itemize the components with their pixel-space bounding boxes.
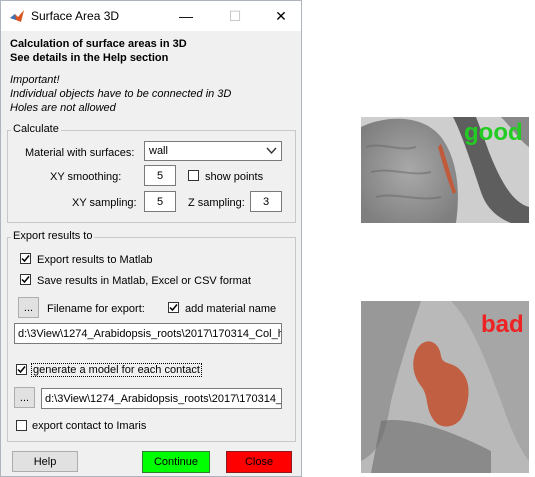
surface-area-dialog: Surface Area 3D — ☐ ✕ Calculation of sur…: [0, 0, 302, 477]
minimize-icon: —: [179, 8, 193, 24]
save-results-label: Save results in Matlab, Excel or CSV for…: [37, 275, 251, 287]
browse-model-button[interactable]: ...: [14, 387, 35, 408]
matlab-logo-icon: [9, 8, 25, 27]
material-label: Material with surfaces:: [25, 147, 135, 159]
generate-model-checkbox[interactable]: [16, 364, 27, 375]
checkmark-icon: [21, 255, 30, 263]
checkmark-icon: [21, 276, 30, 284]
material-select[interactable]: wall: [144, 141, 282, 161]
checkmark-icon: [17, 366, 26, 374]
z-sampling-input[interactable]: 3: [250, 191, 282, 212]
browse-filename-label: ...: [23, 301, 34, 314]
header-line-2: See details in the Help section: [10, 52, 169, 64]
note-holes: Holes are not allowed: [10, 102, 116, 114]
export-legend: Export results to: [11, 230, 95, 242]
material-select-value: wall: [149, 145, 168, 157]
help-button-label: Help: [33, 455, 57, 468]
continue-button-label: Continue: [153, 456, 199, 468]
header-line-1: Calculation of surface areas in 3D: [10, 38, 187, 50]
minimize-button[interactable]: —: [163, 1, 209, 31]
title-bar[interactable]: Surface Area 3D — ☐ ✕: [1, 1, 301, 31]
help-button[interactable]: Help: [12, 451, 78, 472]
save-results-checkbox[interactable]: [20, 274, 31, 285]
export-to-matlab-label: Export results to Matlab: [37, 254, 153, 266]
xy-sampling-input[interactable]: 5: [144, 191, 176, 212]
filename-input[interactable]: d:\3View\1274_Arabidopsis_roots\2017\170…: [14, 323, 282, 344]
continue-button[interactable]: Continue: [142, 451, 210, 473]
good-label: good: [464, 119, 523, 146]
chevron-down-icon: [266, 145, 277, 159]
note-connected: Individual objects have to be connected …: [10, 88, 232, 100]
calculate-legend: Calculate: [11, 123, 61, 135]
model-path-value: d:\3View\1274_Arabidopsis_roots\2017\170…: [45, 392, 282, 405]
show-points-label: show points: [205, 171, 264, 183]
xy-sampling-value: 5: [156, 195, 164, 208]
browse-model-label: ...: [19, 391, 30, 404]
maximize-icon: ☐: [228, 7, 242, 24]
show-points-checkbox[interactable]: [188, 170, 199, 181]
z-sampling-label: Z sampling:: [188, 197, 245, 209]
filename-value: d:\3View\1274_Arabidopsis_roots\2017\170…: [18, 327, 282, 340]
browse-filename-button[interactable]: ...: [18, 297, 39, 318]
close-button[interactable]: Close: [226, 451, 292, 473]
add-material-name-checkbox[interactable]: [168, 302, 179, 313]
bad-example-image: bad: [361, 301, 529, 473]
export-to-matlab-checkbox[interactable]: [20, 253, 31, 264]
bad-label: bad: [481, 311, 524, 338]
export-imaris-checkbox[interactable]: [16, 420, 27, 431]
maximize-button[interactable]: ☐: [212, 1, 258, 31]
close-button-label: Close: [244, 456, 274, 468]
xy-smoothing-input[interactable]: 5: [144, 165, 176, 186]
export-imaris-label: export contact to Imaris: [32, 420, 147, 432]
model-path-input[interactable]: d:\3View\1274_Arabidopsis_roots\2017\170…: [41, 388, 282, 409]
xy-smoothing-value: 5: [156, 169, 164, 182]
add-material-name-label: add material name: [185, 303, 277, 315]
checkmark-icon: [169, 304, 178, 312]
filename-label: Filename for export:: [47, 303, 145, 315]
z-sampling-value: 3: [262, 195, 270, 208]
generate-model-label: generate a model for each contact: [31, 363, 202, 377]
close-window-button[interactable]: ✕: [258, 1, 304, 31]
window-title: Surface Area 3D: [31, 9, 120, 23]
close-icon: ✕: [275, 7, 287, 24]
xy-sampling-label: XY sampling:: [72, 197, 137, 209]
xy-smoothing-label: XY smoothing:: [50, 171, 122, 183]
note-important: Important!: [10, 74, 60, 86]
good-example-image: good: [361, 117, 529, 223]
